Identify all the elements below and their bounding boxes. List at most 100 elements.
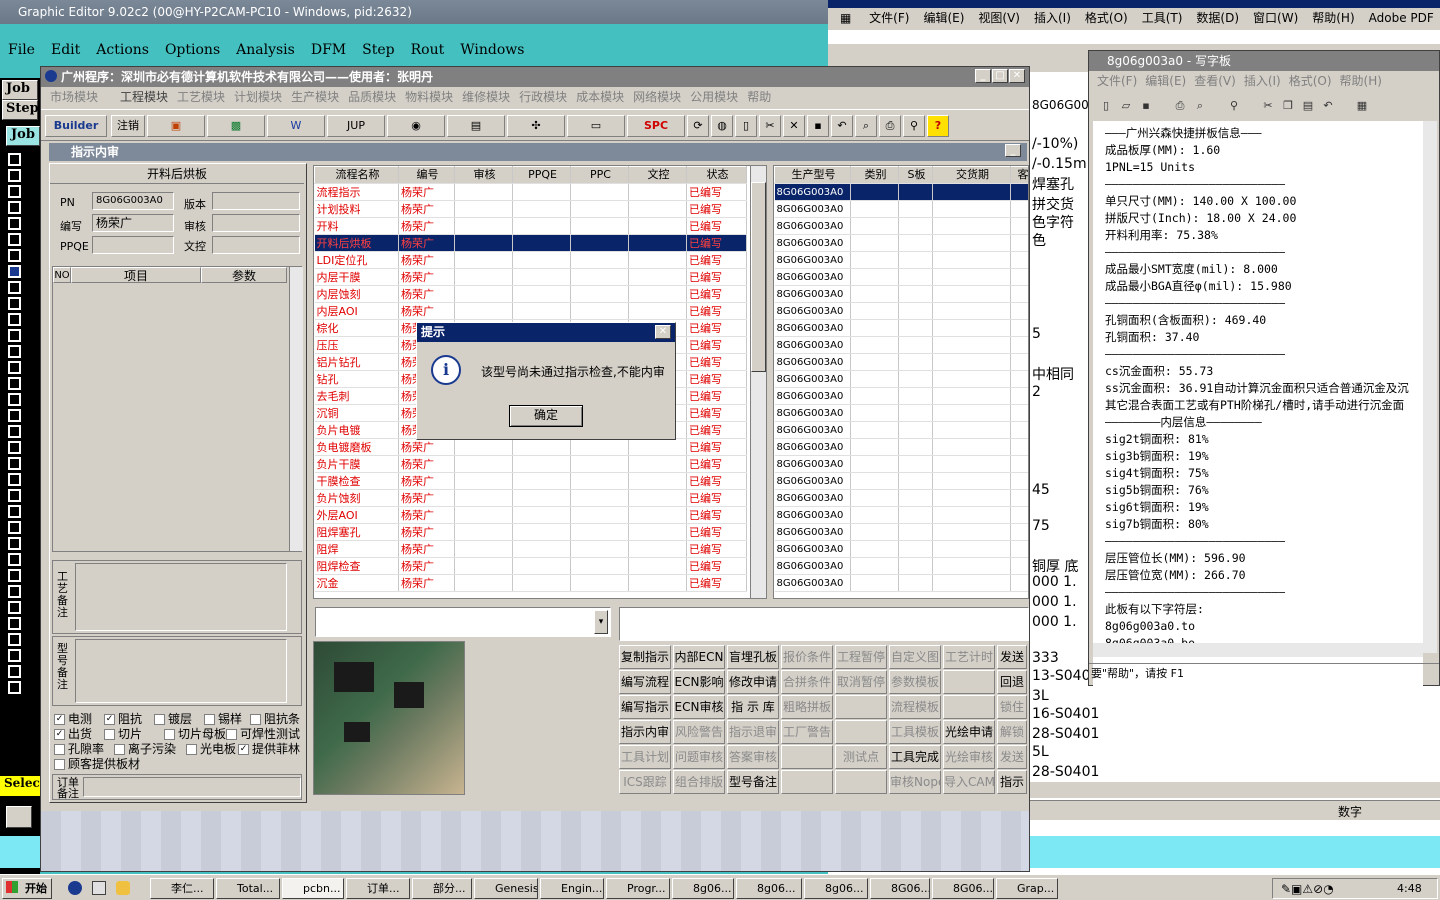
chevron-down-icon[interactable]: ▾ bbox=[594, 610, 608, 634]
product-row[interactable]: 8G06G003A0 bbox=[774, 574, 1028, 592]
logout-button[interactable]: 注销 bbox=[111, 115, 145, 137]
flow-col-header[interactable]: PPQE bbox=[512, 166, 571, 184]
undo-icon[interactable]: ↶ bbox=[831, 115, 853, 137]
action-button[interactable] bbox=[781, 745, 833, 769]
product-col-header[interactable]: 客户 bbox=[1010, 166, 1028, 184]
flow-row[interactable]: 干膜检查 杨荣广 已编写 bbox=[314, 472, 747, 490]
excel-cell[interactable]: 2 bbox=[1032, 384, 1041, 400]
params-scrollbar[interactable] bbox=[289, 267, 303, 551]
product-row[interactable]: 8G06G003A0 bbox=[774, 421, 1028, 439]
action-button[interactable]: 问题审核 bbox=[673, 745, 725, 769]
excel-cell[interactable]: 中相同 bbox=[1032, 364, 1074, 384]
product-row[interactable]: 8G06G003A0 bbox=[774, 319, 1028, 337]
ge-menu-edit[interactable]: Edit bbox=[43, 36, 88, 64]
flow-col-header[interactable]: 文控 bbox=[628, 166, 687, 184]
quicklaunch-icon[interactable] bbox=[68, 881, 82, 895]
cut-icon[interactable]: ✂ bbox=[759, 115, 781, 137]
ge-layer-box[interactable] bbox=[8, 649, 21, 662]
flow-row[interactable]: 流程指示 杨荣广 已编写 bbox=[314, 183, 747, 201]
module-menu-item[interactable]: 帮助 bbox=[747, 87, 771, 107]
taskbar-task[interactable]: 8G06... bbox=[870, 878, 930, 899]
module-menu-item[interactable]: 公用模块 bbox=[690, 87, 738, 107]
action-button[interactable]: 取消暂停 bbox=[835, 670, 887, 694]
module-menu-item[interactable]: 工程模块 bbox=[120, 87, 168, 107]
option-checkbox[interactable]: 顾客提供板材 bbox=[54, 755, 140, 772]
excel-cell[interactable]: 色 bbox=[1032, 230, 1046, 250]
pn-field[interactable]: 8G06G003A0 bbox=[92, 192, 174, 210]
option-checkbox[interactable]: ✓ 提供菲林 bbox=[238, 740, 300, 757]
excel-cell[interactable]: 45 bbox=[1032, 482, 1050, 498]
action-button[interactable] bbox=[835, 720, 887, 744]
action-button[interactable]: 工具计划 bbox=[619, 745, 671, 769]
order-note-input[interactable] bbox=[83, 777, 301, 797]
excel-cell[interactable]: 16-S0401 bbox=[1032, 706, 1099, 722]
action-button[interactable]: 内部ECN bbox=[673, 645, 725, 669]
ge-layer-box[interactable] bbox=[8, 473, 21, 486]
excel-menu-item[interactable]: 窗口(W) bbox=[1253, 11, 1298, 25]
ge-menu-options[interactable]: Options bbox=[157, 36, 228, 64]
cut-icon[interactable]: ✂ bbox=[1259, 97, 1277, 115]
ge-menu-windows[interactable]: Windows bbox=[452, 36, 532, 64]
help-icon[interactable]: ? bbox=[927, 115, 949, 137]
ge-layer-box[interactable] bbox=[8, 665, 21, 678]
action-button[interactable]: 编写指示 bbox=[619, 695, 671, 719]
refresh-icon[interactable]: ⟳ bbox=[687, 115, 709, 137]
excel-menu-item[interactable]: 视图(V) bbox=[978, 11, 1020, 25]
flow-row[interactable]: 负片干膜 杨荣广 已编写 bbox=[314, 455, 747, 473]
ge-layer-box[interactable] bbox=[8, 265, 21, 278]
module-menu-item[interactable]: 维修模块 bbox=[462, 87, 510, 107]
flow-row[interactable]: 内层干膜 杨荣广 已编写 bbox=[314, 268, 747, 286]
taskbar-task[interactable]: Engin... bbox=[540, 878, 604, 899]
product-row[interactable]: 8G06G003A0 bbox=[774, 557, 1028, 575]
product-row[interactable]: 8G06G003A0 bbox=[774, 183, 1028, 201]
excel-cell[interactable]: 75 bbox=[1032, 518, 1050, 534]
ok-button[interactable]: 确定 bbox=[509, 405, 583, 427]
ge-layer-box[interactable] bbox=[8, 361, 21, 374]
action-button[interactable]: 发送 bbox=[997, 745, 1027, 769]
product-row[interactable]: 8G06G003A0 bbox=[774, 506, 1028, 524]
ge-layer-box[interactable] bbox=[8, 377, 21, 390]
checkbox-box[interactable] bbox=[164, 729, 175, 740]
datetime-icon[interactable]: ▦ bbox=[1353, 97, 1371, 115]
action-button[interactable]: ECN审核 bbox=[673, 695, 725, 719]
ge-menu-dfm[interactable]: DFM bbox=[303, 36, 354, 64]
product-row[interactable]: 8G06G003A0 bbox=[774, 472, 1028, 490]
excel-cell[interactable]: 铜厚 底 bbox=[1032, 556, 1078, 576]
ge-zoom-icon[interactable] bbox=[6, 806, 32, 828]
excel-cell[interactable]: 28-S0401 bbox=[1032, 764, 1099, 780]
excel-cell[interactable]: /-0.15m bbox=[1032, 156, 1087, 172]
option-checkbox[interactable]: 光电板 bbox=[186, 740, 236, 757]
flow-combo[interactable]: ▾ bbox=[315, 607, 611, 637]
action-button[interactable] bbox=[781, 770, 833, 794]
excel-icon[interactable]: ▩ bbox=[207, 115, 265, 137]
module-menu-item[interactable]: 网络模块 bbox=[633, 87, 681, 107]
note1-input[interactable] bbox=[75, 563, 287, 631]
maximize-button[interactable]: □ bbox=[992, 69, 1008, 83]
excel-cell[interactable]: 000 1. bbox=[1032, 574, 1077, 590]
builder-button[interactable]: Builder bbox=[45, 115, 107, 137]
checkbox-box[interactable] bbox=[104, 729, 115, 740]
excel-cell[interactable]: 焊塞孔 bbox=[1032, 174, 1074, 194]
module-menu-item[interactable]: 成本模块 bbox=[576, 87, 624, 107]
subwindow-minimize-button[interactable]: _ bbox=[1005, 144, 1021, 157]
action-button[interactable]: 参数模板 bbox=[889, 670, 941, 694]
dialog-close-button[interactable]: ✕ bbox=[655, 325, 671, 339]
product-row[interactable]: 8G06G003A0 bbox=[774, 353, 1028, 371]
excel-cell[interactable]: 000 1. bbox=[1032, 614, 1077, 630]
taskbar-task[interactable]: 部分... bbox=[412, 878, 472, 899]
tools-icon[interactable]: ✣ bbox=[507, 115, 565, 137]
ge-menu-analysis[interactable]: Analysis bbox=[228, 36, 303, 64]
checkbox-box[interactable]: ✓ bbox=[54, 729, 65, 740]
taskbar-task[interactable]: pcbn... bbox=[282, 878, 344, 899]
flow-scroll-thumb[interactable] bbox=[751, 182, 766, 372]
ge-layer-box[interactable] bbox=[8, 329, 21, 342]
flow-scrollbar[interactable] bbox=[750, 166, 766, 598]
wordpad-hscroll[interactable] bbox=[1093, 643, 1423, 657]
spc-button[interactable]: SPC bbox=[627, 115, 685, 137]
action-button[interactable]: 锁住 bbox=[997, 695, 1027, 719]
flow-col-header[interactable]: 编号 bbox=[398, 166, 455, 184]
remark-input[interactable] bbox=[619, 607, 1029, 641]
undo-icon[interactable]: ↶ bbox=[1319, 97, 1337, 115]
tray-icons[interactable]: ✎▣⚠⊘◔ bbox=[1281, 882, 1334, 896]
action-button[interactable]: 组合排版 bbox=[673, 770, 725, 794]
